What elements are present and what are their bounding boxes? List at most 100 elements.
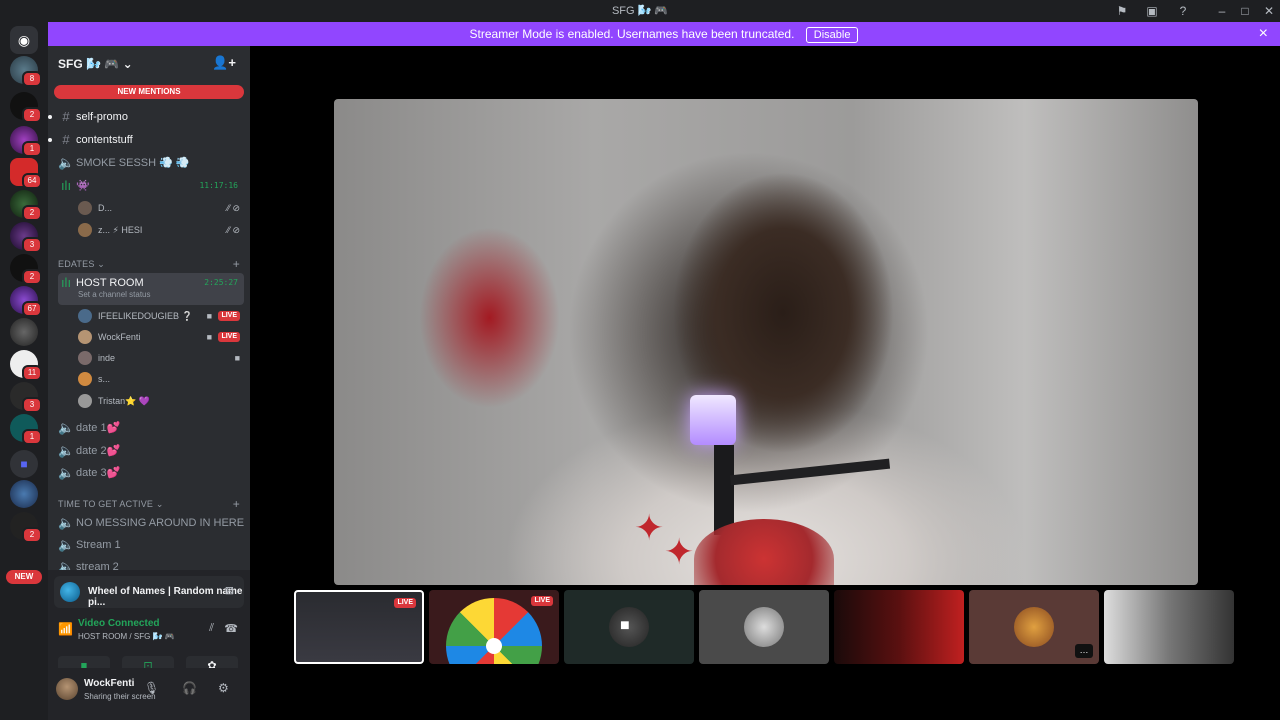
camera-icon: ■: [206, 311, 212, 321]
participant-tile[interactable]: ■: [564, 590, 694, 664]
server-icon[interactable]: 2: [10, 190, 42, 221]
gear-icon[interactable]: ⚙: [218, 681, 229, 695]
wheel-stream-tile[interactable]: LIVE: [429, 590, 559, 664]
channel-label: self-promo: [76, 111, 128, 123]
headphones-icon[interactable]: 🎧: [182, 681, 197, 695]
minimize-icon[interactable]: –: [1214, 3, 1230, 19]
disconnect-icon[interactable]: ☎: [224, 622, 238, 635]
new-mentions-button[interactable]: NEW MENTIONS: [54, 85, 244, 99]
speaker-icon: 🔈: [58, 465, 75, 480]
channel-label: SMOKE SESSH 💨 💨: [76, 157, 190, 169]
avatar: [78, 394, 92, 408]
channel-stream-2[interactable]: 🔈 stream 2: [58, 557, 244, 570]
voice-user[interactable]: D... ⁄⁄ ⊘: [78, 198, 244, 218]
channel-contentstuff[interactable]: # contentstuff: [48, 130, 244, 150]
channel-date-2[interactable]: 🔈 date 2💕: [58, 441, 244, 461]
voice-user[interactable]: z... ⚡ HESI ⁄⁄ ⊘: [78, 220, 244, 240]
avatar: [78, 351, 92, 365]
channel-label: NO MESSING AROUND IN HERE: [76, 517, 245, 529]
channel-no-messing[interactable]: 🔈 NO MESSING AROUND IN HERE: [58, 513, 244, 533]
hash-icon: #: [62, 109, 70, 124]
channel-stream-1[interactable]: 🔈 Stream 1: [58, 535, 244, 555]
close-banner-icon[interactable]: ×: [1259, 22, 1268, 46]
microphone-icon[interactable]: 🎙: [144, 681, 159, 695]
stop-streaming-icon[interactable]: ⊠: [225, 584, 234, 597]
screen-share-tile[interactable]: LIVE: [294, 590, 424, 664]
activity-title: Wheel of Names | Random name pi...: [88, 586, 243, 608]
noise-suppression-icon[interactable]: ⫽: [209, 622, 214, 635]
maximize-icon[interactable]: □: [1237, 3, 1253, 19]
participant-tile[interactable]: [699, 590, 829, 664]
folder-icon[interactable]: ■: [10, 450, 38, 478]
server-icon[interactable]: 67: [10, 286, 42, 317]
disable-streamer-mode-button[interactable]: Disable: [805, 26, 859, 43]
channel-smoke-sessh[interactable]: 🔈 SMOKE SESSH 💨 💨: [58, 153, 244, 173]
user-area: WockFenti Sharing their screen 🎙 🎧 ⚙: [48, 668, 250, 708]
avatar: [78, 201, 92, 215]
camera-off-icon: ■: [620, 617, 630, 634]
category-label: EDATES: [58, 259, 95, 269]
banner-message: Streamer Mode is enabled. Usernames have…: [469, 27, 795, 41]
mic-stand: [714, 445, 734, 535]
video-stage: ✦ ✦ LIVE LIVE ■ …: [250, 46, 1280, 720]
signal-icon[interactable]: 📶: [58, 622, 73, 636]
category-time-to-get-active[interactable]: TIME TO GET ACTIVE ⌄ +: [58, 497, 244, 511]
main-video-feed[interactable]: ✦ ✦: [334, 99, 1198, 585]
participant-video-tile[interactable]: [834, 590, 964, 664]
mention-badge: 64: [22, 173, 42, 189]
star-graphic: ✦: [634, 507, 665, 548]
screen-icon[interactable]: ▣: [1144, 3, 1160, 19]
user-name: D...: [98, 203, 113, 213]
mic-boom-arm: [729, 458, 891, 486]
new-badge[interactable]: NEW: [6, 570, 42, 584]
unread-dot: [48, 138, 52, 142]
invite-icon[interactable]: 👤+: [212, 55, 236, 71]
participant-video-tile[interactable]: [1104, 590, 1234, 664]
voice-user[interactable]: s...: [78, 369, 244, 389]
server-icon[interactable]: 8: [10, 56, 42, 87]
server-icon[interactable]: 2: [10, 254, 42, 285]
channel-host-room[interactable]: ılı HOST ROOM 2:25:27 Set a channel status: [58, 273, 244, 305]
close-window-icon[interactable]: ✕: [1261, 3, 1277, 19]
server-header[interactable]: SFG 🌬️ 🎮 ⌄ 👤+: [48, 46, 250, 80]
server-icon[interactable]: 2: [10, 92, 42, 123]
add-channel-icon[interactable]: +: [233, 497, 240, 511]
user-name: WockFenti: [98, 332, 141, 342]
category-edates[interactable]: EDATES ⌄ +: [58, 257, 244, 271]
title-bar: SFG 🌬️ 🎮 ⚑ ▣ ? – □ ✕: [0, 0, 1280, 22]
user-name[interactable]: WockFenti: [84, 678, 134, 689]
channel-date-1[interactable]: 🔈 date 1💕: [58, 418, 244, 438]
server-name: SFG 🌬️ 🎮: [58, 57, 120, 71]
voice-status[interactable]: Video Connected: [78, 618, 160, 629]
speaker-icon: 🔈: [58, 155, 75, 170]
channel-date-3[interactable]: 🔈 date 3💕: [58, 463, 244, 483]
help-icon[interactable]: ?: [1175, 3, 1191, 19]
voice-user[interactable]: Tristan⭐ 💜: [78, 391, 244, 411]
server-icon[interactable]: [10, 318, 38, 346]
voice-user[interactable]: WockFenti ■ LIVE: [78, 327, 244, 347]
server-icon[interactable]: 64: [10, 158, 42, 189]
channel-status[interactable]: Set a channel status: [78, 289, 151, 301]
mention-badge: 1: [22, 141, 42, 157]
server-icon[interactable]: 2: [10, 512, 42, 543]
add-channel-icon[interactable]: +: [233, 257, 240, 271]
voice-user[interactable]: IFEELIKEDOUGIEB ❔ ■ LIVE: [78, 306, 244, 326]
server-icon[interactable]: 11: [10, 350, 42, 381]
smoke-activity-row[interactable]: ılı 👾 11:17:16: [58, 176, 244, 196]
voice-location[interactable]: HOST ROOM / SFG 🌬️ 🎮: [78, 632, 175, 641]
server-icon[interactable]: 3: [10, 222, 42, 253]
discord-home-icon[interactable]: ◉: [10, 26, 38, 54]
server-icon[interactable]: 3: [10, 382, 42, 413]
channel-self-promo[interactable]: # self-promo: [48, 107, 244, 127]
more-options-button[interactable]: …: [1075, 644, 1093, 658]
activity-card[interactable]: Wheel of Names | Random name pi... ⊠: [54, 576, 244, 608]
inbox-icon[interactable]: ⚑: [1114, 3, 1130, 19]
server-icon[interactable]: 1: [10, 126, 42, 157]
avatar[interactable]: [56, 678, 78, 700]
voice-user[interactable]: inde ■: [78, 348, 244, 368]
server-icon[interactable]: 1: [10, 414, 42, 445]
participant-tile[interactable]: …: [969, 590, 1099, 664]
channel-label: HOST ROOM: [76, 277, 144, 289]
edge-browser-icon: [60, 582, 80, 602]
server-icon[interactable]: [10, 480, 38, 508]
